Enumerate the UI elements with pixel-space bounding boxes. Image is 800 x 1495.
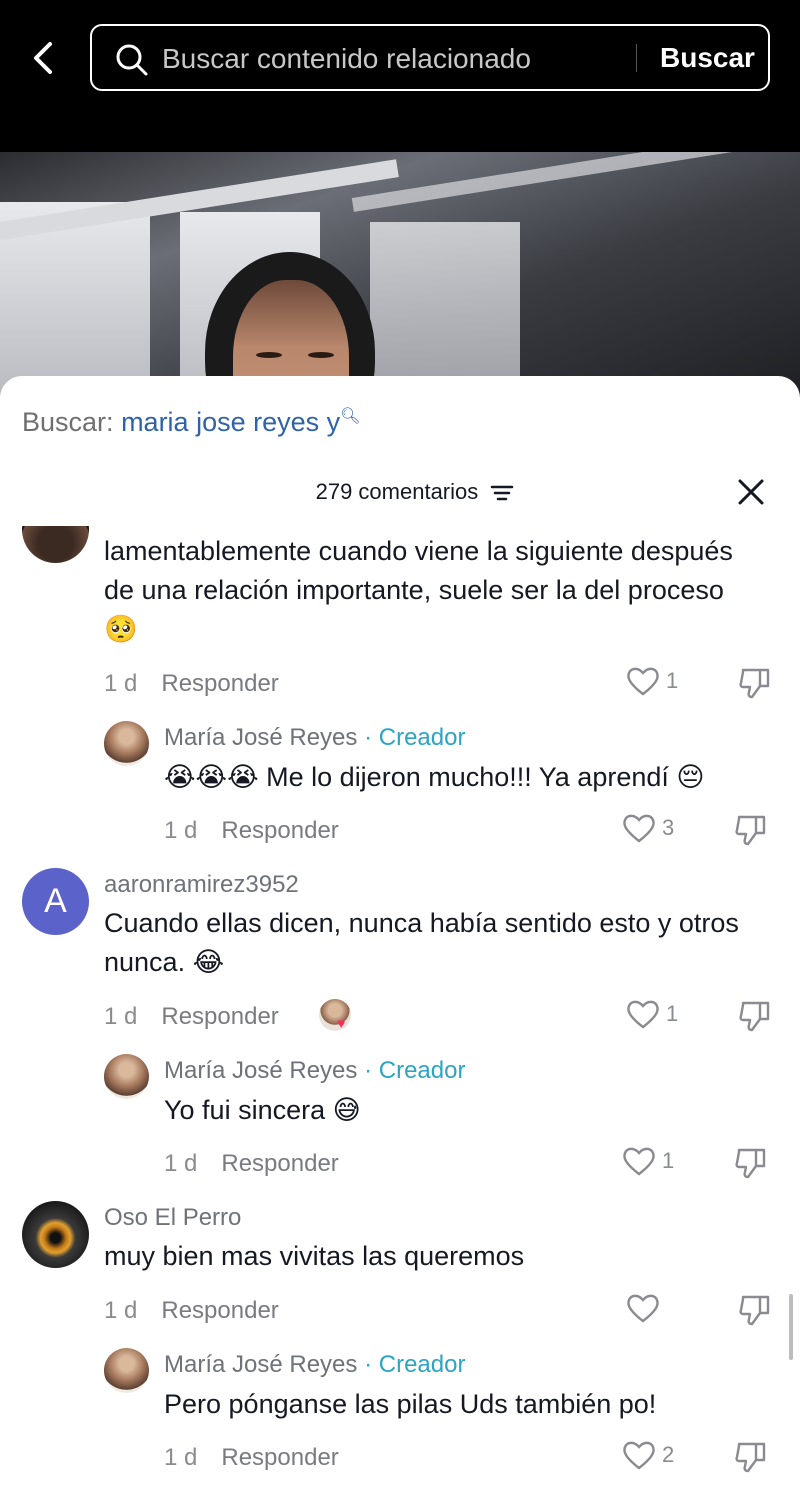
related-search[interactable]: Buscar: maria jose reyes y🔍︎ (22, 406, 360, 438)
thumbs-down-icon[interactable] (734, 1440, 768, 1474)
reply-button[interactable]: Responder (221, 1150, 338, 1177)
comment-text: Yo fui sincera 😅 (164, 1095, 361, 1125)
scrollbar[interactable] (789, 1294, 793, 1360)
comment-text: 😭😭😭 Me lo dijeron mucho!!! Ya aprendí 😔 (164, 762, 705, 792)
like-button[interactable]: 3 (622, 813, 674, 843)
creator-liked-avatar (319, 999, 351, 1031)
avatar[interactable] (104, 1054, 149, 1099)
comment-username[interactable]: Oso El Perro (104, 1204, 241, 1232)
avatar[interactable] (22, 1201, 89, 1268)
username-text[interactable]: María José Reyes (164, 1057, 357, 1084)
comment-username[interactable]: María José Reyes · Creador (164, 1057, 465, 1085)
window-pane (370, 222, 520, 402)
related-search-label: Buscar: (22, 407, 114, 437)
back-button[interactable] (22, 34, 66, 82)
like-count: 2 (662, 1442, 675, 1467)
like-button[interactable]: 1 (622, 1146, 674, 1176)
comment-text: muy bien mas vivitas las queremos (104, 1241, 525, 1271)
avatar[interactable] (22, 526, 89, 563)
comment-username[interactable]: aaronramirez3952 (104, 871, 299, 899)
avatar[interactable]: A (22, 868, 89, 935)
close-icon (738, 479, 764, 505)
heart-icon (623, 1147, 655, 1176)
reply-button[interactable]: Responder (161, 670, 278, 697)
comment-meta: 1 d Responder (104, 670, 279, 698)
like-button[interactable]: 1 (626, 666, 678, 696)
person-eyes (248, 352, 338, 360)
comment-time: 1 d (164, 1444, 198, 1471)
comment-meta: 1 d Responder (104, 1003, 279, 1031)
heart-icon: ♥ (337, 1015, 346, 1031)
comments-header: 279 comentarios (0, 479, 800, 505)
thumbs-down-icon[interactable] (738, 666, 772, 700)
search-divider (636, 44, 637, 72)
heart-icon (623, 1441, 655, 1470)
filter-icon[interactable] (490, 483, 514, 503)
comment-text: Pero pónganse las pilas Uds también po! (164, 1389, 657, 1419)
comment-meta: 1 d Responder (164, 1150, 339, 1178)
heart-icon (627, 1000, 659, 1029)
username-text[interactable]: María José Reyes (164, 724, 357, 751)
reply-button[interactable]: Responder (161, 1003, 278, 1030)
search-button[interactable]: Buscar (660, 42, 755, 74)
search-bar[interactable]: Buscar contenido relacionado Buscar (90, 24, 770, 91)
search-input[interactable]: Buscar contenido relacionado (162, 43, 531, 75)
like-count: 3 (662, 815, 675, 840)
reply-button[interactable]: Responder (221, 1444, 338, 1471)
thumbs-down-icon[interactable] (738, 999, 772, 1033)
comment-time: 1 d (164, 1150, 198, 1177)
comments-sheet: Buscar: maria jose reyes y🔍︎ 279 comenta… (0, 376, 800, 1495)
creator-badge: · Creador (364, 724, 466, 751)
heart-icon (627, 667, 659, 696)
like-count: 1 (666, 1001, 679, 1026)
creator-badge: · Creador (364, 1351, 466, 1378)
reply-button[interactable]: Responder (221, 817, 338, 844)
comments-count: 279 comentarios (315, 479, 479, 504)
comment-time: 1 d (104, 1003, 138, 1030)
chevron-left-icon (34, 42, 52, 74)
comment-username[interactable]: María José Reyes · Creador (164, 1351, 465, 1379)
creator-badge: · Creador (364, 1057, 466, 1084)
close-button[interactable] (736, 477, 766, 507)
search-icon (116, 44, 148, 76)
username-text[interactable]: María José Reyes (164, 1351, 357, 1378)
like-count: 1 (662, 1148, 675, 1173)
comment-time: 1 d (104, 670, 138, 697)
like-button[interactable]: 2 (622, 1440, 674, 1470)
video-player[interactable] (0, 152, 800, 402)
avatar[interactable] (104, 721, 149, 766)
like-count: 1 (666, 668, 679, 693)
comment-text: lamentablemente cuando viene la siguient… (104, 536, 733, 644)
search-icon: 🔍︎ (340, 408, 361, 425)
comment-username[interactable]: María José Reyes · Creador (164, 724, 465, 752)
comment-meta: 1 d Responder (164, 1444, 339, 1472)
comment-time: 1 d (164, 817, 198, 844)
thumbs-down-icon[interactable] (738, 1293, 772, 1327)
heart-icon (627, 1294, 659, 1323)
reply-button[interactable]: Responder (161, 1297, 278, 1324)
comment-meta: 1 d Responder (104, 1297, 279, 1325)
thumbs-down-icon[interactable] (734, 1146, 768, 1180)
comment-time: 1 d (104, 1297, 138, 1324)
avatar[interactable] (104, 1348, 149, 1393)
comment-text: Cuando ellas dicen, nunca había sentido … (104, 908, 739, 977)
like-button[interactable] (626, 1293, 666, 1323)
like-button[interactable]: 1 (626, 999, 678, 1029)
top-bar: Buscar contenido relacionado Buscar (0, 0, 800, 152)
heart-icon (623, 814, 655, 843)
ceiling-beam (351, 152, 800, 212)
thumbs-down-icon[interactable] (734, 813, 768, 847)
related-search-query[interactable]: maria jose reyes y (121, 407, 340, 437)
comment-meta: 1 d Responder (164, 817, 339, 845)
